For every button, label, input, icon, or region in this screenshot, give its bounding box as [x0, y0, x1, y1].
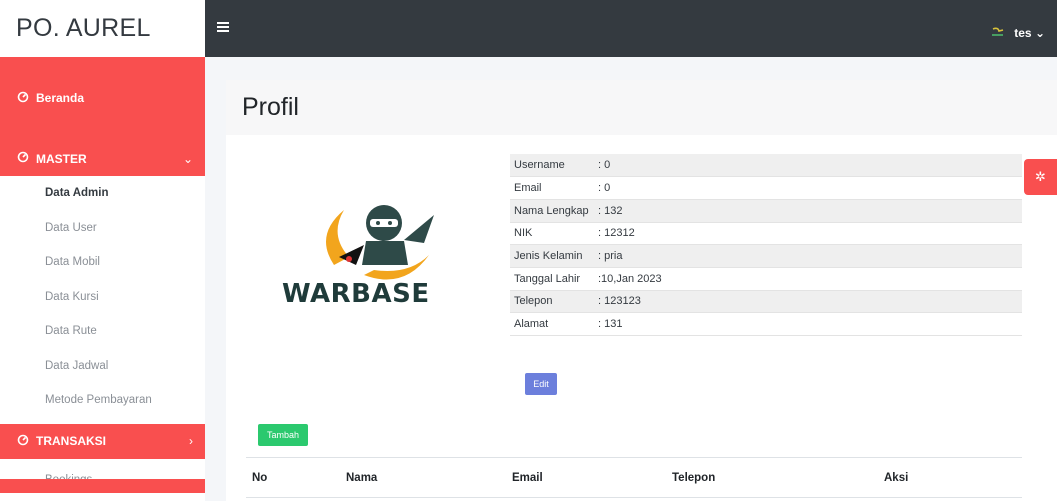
table-row: Tanggal Lahir :10,Jan 2023 [510, 267, 1022, 291]
table-row: Alamat : 131 [510, 313, 1022, 336]
sidebar-item-data-kursi[interactable]: Data Kursi [0, 280, 205, 315]
sidebar-item-data-rute[interactable]: Data Rute [0, 314, 205, 349]
sidebar-item-data-admin[interactable]: Data Admin [0, 176, 205, 211]
column-header-email[interactable]: Email [512, 457, 672, 498]
ninja-logo-icon [326, 205, 434, 280]
profile-info-table: Username : 0 Email : 0 Nama Lengkap : 132 N… [510, 154, 1022, 336]
edit-button[interactable]: Edit [525, 373, 557, 395]
sidebar-item-label: TRANSAKSI [36, 434, 107, 448]
table-row: Email : 0 [510, 177, 1022, 200]
info-value: : 123123 [598, 295, 641, 308]
page-header: Profil [226, 80, 1057, 135]
sidebar-item-next[interactable] [0, 479, 205, 493]
profile-card: Profil WARBASE Username : 0 Email : 0 Nama… [226, 80, 1057, 501]
gear-icon: ✲ [1035, 169, 1046, 184]
chevron-right-icon: › [189, 434, 193, 448]
dashboard-icon [16, 151, 30, 166]
topbar: tes ⌄ [205, 0, 1057, 57]
status-icon[interactable] [991, 24, 1005, 36]
info-key: NIK [514, 227, 533, 240]
sidebar-item-transaksi[interactable]: TRANSAKSI › [0, 423, 205, 459]
brand-title[interactable]: PO. AUREL [0, 0, 205, 57]
info-key: Alamat [514, 318, 549, 331]
column-header-nama[interactable]: Nama [346, 457, 512, 498]
menu-toggle-icon[interactable] [217, 22, 229, 32]
table-row: Username : 0 [510, 154, 1022, 177]
table-row: NIK : 12312 [510, 222, 1022, 245]
column-header-aksi[interactable]: Aksi [884, 457, 1022, 498]
chevron-down-icon: ⌄ [182, 151, 193, 166]
info-value: : 131 [598, 318, 623, 331]
user-menu[interactable]: tes ⌄ [1014, 26, 1045, 40]
info-value: : 132 [598, 204, 623, 217]
sidebar-item-beranda[interactable]: Beranda [0, 57, 205, 141]
info-value: : 0 [598, 159, 611, 172]
table-header-row: No Nama Email Telepon Aksi [246, 457, 1022, 498]
chevron-down-icon: ⌄ [1034, 26, 1045, 40]
sidebar-item-master[interactable]: MASTER ⌄ [0, 141, 205, 176]
info-key: Tanggal Lahir [514, 272, 581, 285]
sidebar-item-data-mobil[interactable]: Data Mobil [0, 245, 205, 280]
info-value: :10,Jan 2023 [598, 272, 662, 285]
settings-button[interactable]: ✲ [1024, 159, 1057, 195]
table-row: Telepon : 123123 [510, 290, 1022, 313]
profile-logo: WARBASE [266, 195, 486, 325]
table-row: Jenis Kelamin : pria [510, 244, 1022, 268]
column-header-telepon[interactable]: Telepon [672, 457, 884, 498]
column-header-no[interactable]: No [246, 457, 346, 498]
sidebar-item-metode-pembayaran[interactable]: Metode Pembayaran [0, 383, 205, 418]
logo-text: WARBASE [282, 279, 430, 309]
info-value: : pria [598, 250, 623, 263]
info-key: Email [514, 182, 542, 195]
info-key: Username [514, 159, 565, 172]
sidebar-item-label: MASTER [36, 151, 87, 166]
dashboard-icon [16, 434, 30, 449]
user-name: tes [1014, 26, 1032, 40]
dashboard-icon [16, 91, 30, 106]
info-key: Jenis Kelamin [514, 250, 583, 263]
info-key: Nama Lengkap [514, 204, 589, 217]
data-table: No Nama Email Telepon Aksi [246, 457, 1022, 498]
add-button[interactable]: Tambah [258, 424, 308, 446]
info-value: : 12312 [598, 227, 635, 240]
table-row: Nama Lengkap : 132 [510, 199, 1022, 223]
sidebar: PO. AUREL Beranda MASTER ⌄ Data Admin Da… [0, 0, 205, 501]
info-key: Telepon [514, 295, 553, 308]
sidebar-item-data-user[interactable]: Data User [0, 211, 205, 246]
sidebar-item-data-jadwal[interactable]: Data Jadwal [0, 349, 205, 384]
sidebar-item-label: Beranda [36, 91, 85, 105]
page-title: Profil [242, 93, 299, 121]
info-value: : 0 [598, 182, 611, 195]
